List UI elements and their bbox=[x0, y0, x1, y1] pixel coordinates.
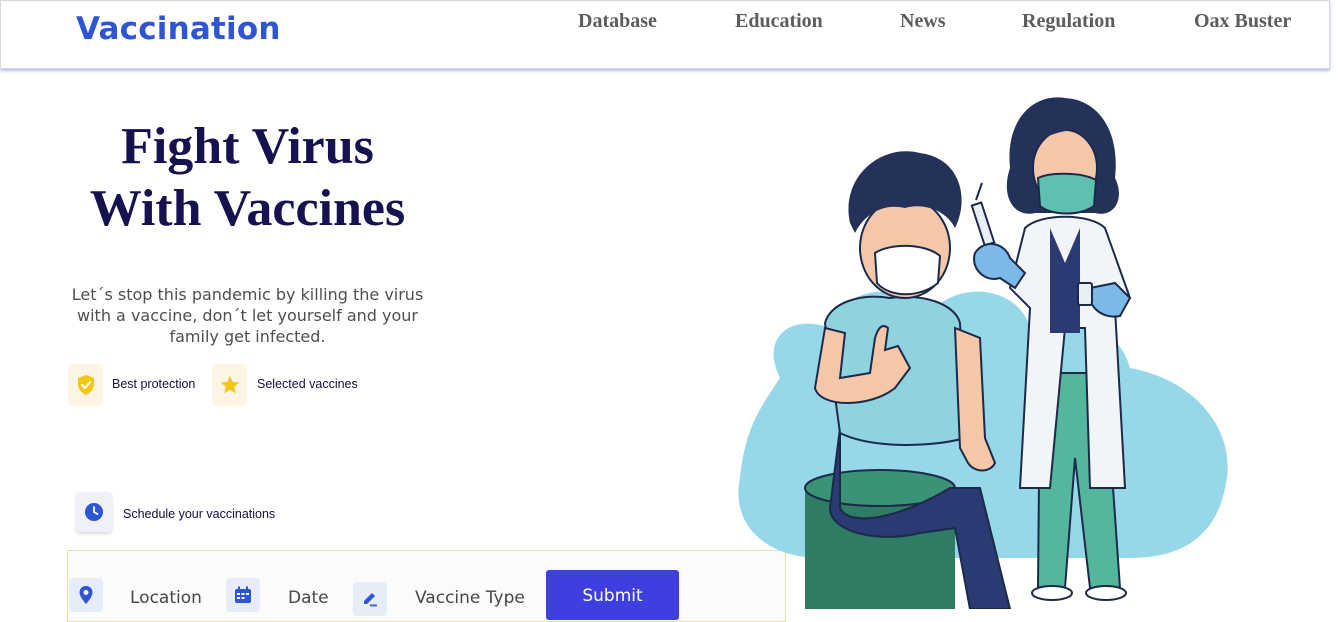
shield-check-icon bbox=[68, 364, 103, 406]
feature-selected-vaccines: Selected vaccines bbox=[257, 377, 358, 391]
schedule-label: Schedule your vaccinations bbox=[123, 507, 276, 521]
vaccination-illustration bbox=[738, 97, 1228, 609]
calendar-icon bbox=[226, 578, 260, 612]
nav-link-oax-buster[interactable]: Oax Buster bbox=[1194, 10, 1291, 33]
feature-best-protection: Best protection bbox=[112, 377, 196, 391]
location-pin-icon bbox=[69, 578, 103, 612]
edit-icon bbox=[353, 582, 387, 616]
star-icon bbox=[212, 364, 247, 406]
location-field[interactable]: Location bbox=[130, 588, 202, 608]
hero-title-line-1: Fight Virus bbox=[121, 118, 374, 175]
nav-link-news[interactable]: News bbox=[900, 10, 946, 33]
nav-link-database[interactable]: Database bbox=[578, 10, 657, 33]
hero-title: Fight Virus With Vaccines bbox=[40, 116, 455, 240]
clock-icon bbox=[76, 492, 112, 532]
top-nav-bar: Vaccination Database Education News Regu… bbox=[0, 0, 1330, 69]
site-logo[interactable]: Vaccination bbox=[76, 11, 281, 47]
submit-button[interactable]: Submit bbox=[546, 570, 679, 620]
hero-title-line-2: With Vaccines bbox=[89, 180, 406, 237]
hero-description: Let´s stop this pandemic by killing the … bbox=[71, 285, 424, 346]
nav-link-regulation[interactable]: Regulation bbox=[1022, 10, 1115, 33]
nav-link-education[interactable]: Education bbox=[735, 10, 823, 33]
date-field[interactable]: Date bbox=[288, 588, 329, 608]
vaccine-type-field[interactable]: Vaccine Type bbox=[415, 588, 525, 608]
